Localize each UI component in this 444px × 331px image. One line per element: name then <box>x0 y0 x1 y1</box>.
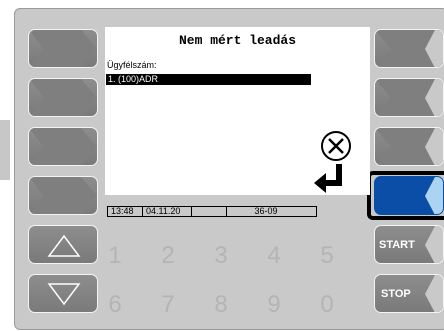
up-button[interactable] <box>28 225 98 264</box>
chevron-right-icon <box>29 30 97 67</box>
key-2[interactable]: 2 <box>150 242 186 270</box>
left-softkey-3[interactable] <box>28 127 98 166</box>
status-bar: 13:48 04.11.20 36-09 <box>107 206 317 217</box>
start-label: START <box>379 239 415 251</box>
stop-button[interactable]: STOP <box>374 274 444 313</box>
right-softkey-enter[interactable] <box>374 176 444 215</box>
start-button[interactable]: START <box>374 225 444 264</box>
stop-label: STOP <box>381 288 411 300</box>
left-softkey-2[interactable] <box>28 78 98 117</box>
key-5[interactable]: 5 <box>309 242 345 270</box>
chevron-right-icon <box>29 177 97 214</box>
left-softkey-1[interactable] <box>28 29 98 68</box>
key-1[interactable]: 1 <box>97 242 133 270</box>
status-date: 04.11.20 <box>143 207 192 216</box>
chevron-left-icon <box>375 30 443 67</box>
key-6[interactable]: 6 <box>97 291 133 319</box>
arrow-up-icon <box>47 234 81 257</box>
key-3[interactable]: 3 <box>203 242 239 270</box>
customer-number-label: Ügyfélszám: <box>107 60 157 70</box>
down-button[interactable] <box>28 274 98 313</box>
right-softkey-3[interactable] <box>374 127 444 166</box>
chevron-right-icon <box>29 79 97 116</box>
key-4[interactable]: 4 <box>256 242 292 270</box>
side-tab <box>0 120 10 180</box>
status-time: 13:48 <box>108 207 143 216</box>
chevron-right-icon <box>29 128 97 165</box>
status-code: 36-09 <box>254 206 278 216</box>
page-title: Nem mért leadás <box>178 33 297 48</box>
key-0[interactable]: 0 <box>309 291 345 319</box>
right-softkey-2[interactable] <box>374 78 444 117</box>
key-9[interactable]: 9 <box>256 291 292 319</box>
chevron-left-icon <box>425 177 443 214</box>
chevron-left-icon <box>375 128 443 165</box>
right-softkey-1[interactable] <box>374 29 444 68</box>
status-blank <box>192 207 227 216</box>
chevron-left-icon <box>375 79 443 116</box>
enter-icon[interactable] <box>312 162 346 196</box>
key-8[interactable]: 8 <box>203 291 239 319</box>
left-softkey-4[interactable] <box>28 176 98 215</box>
key-7[interactable]: 7 <box>150 291 186 319</box>
selected-list-item[interactable]: 1. (100)ADR <box>106 74 311 85</box>
cancel-x-icon[interactable] <box>319 129 353 163</box>
arrow-down-icon <box>47 283 81 306</box>
